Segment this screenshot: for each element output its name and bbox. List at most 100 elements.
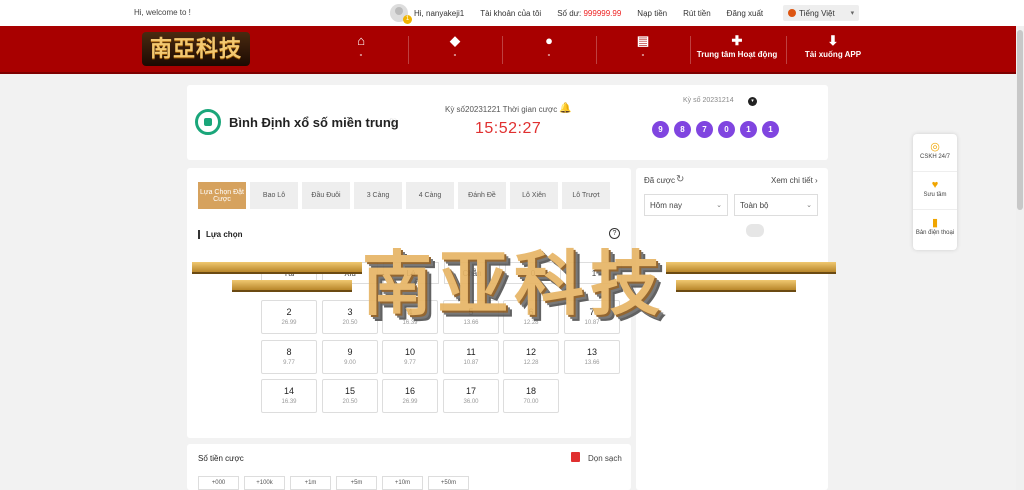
- history-icon: ▤: [636, 33, 650, 48]
- nav-home[interactable]: ⌂ -: [314, 32, 408, 68]
- option-le[interactable]: Lẻ: [383, 262, 439, 284]
- countdown-timer: 15:52:27: [475, 120, 542, 137]
- nav-promotions[interactable]: ✚ Trung tâm Hoạt động: [690, 32, 784, 68]
- view-details-link[interactable]: Xem chi tiết ›: [771, 176, 818, 185]
- number-cell[interactable]: 6 12.28: [503, 300, 559, 334]
- gift-icon: ✚: [731, 33, 743, 48]
- language-select[interactable]: Tiếng Việt ▾: [783, 5, 860, 21]
- favorite-heart-icon[interactable]: ♡: [389, 117, 397, 128]
- nav-lottery[interactable]: ● -: [502, 32, 596, 68]
- withdraw-link[interactable]: Rút tiền: [683, 9, 711, 18]
- phone-icon: ▮: [931, 217, 939, 229]
- number-cell[interactable]: 12 12.28: [503, 340, 559, 374]
- tab-4-cang[interactable]: 4 Càng: [406, 182, 454, 209]
- odds-value: 26.99: [402, 399, 418, 405]
- trash-icon[interactable]: [571, 452, 580, 462]
- scrollbar-thumb[interactable]: [1017, 30, 1023, 210]
- number-cell[interactable]: 7 10.87: [564, 300, 620, 334]
- number-cell[interactable]: 9 9.00: [322, 340, 378, 374]
- bet-amount-label: Số tiền cược: [198, 454, 244, 463]
- clear-button[interactable]: Dọn sạch: [588, 454, 622, 463]
- avatar[interactable]: 1: [390, 4, 412, 24]
- number-cell[interactable]: 8 9.77: [261, 340, 317, 374]
- total-label: Tổng hợp: [198, 264, 233, 273]
- refresh-icon[interactable]: ↻: [676, 174, 684, 185]
- number-cell[interactable]: 14 16.39: [261, 379, 317, 413]
- odds-value: 13.66: [584, 360, 600, 366]
- top-bar: Hi, welcome to ! 1 Hi, nanyakeji1 Tài kh…: [0, 0, 1024, 26]
- logo[interactable]: 南亞科技: [142, 32, 250, 66]
- account-link[interactable]: Tài khoản của tôi: [480, 9, 541, 18]
- selection-label: Lựa chọn: [198, 230, 242, 239]
- mobile-version-button[interactable]: ▮ Bản điện thoại: [913, 210, 957, 248]
- tab-3-cang[interactable]: 3 Càng: [354, 182, 402, 209]
- deposit-link[interactable]: Nạp tiền: [637, 9, 667, 18]
- number-cell[interactable]: 15 20.50: [322, 379, 378, 413]
- tab-dau-duoi[interactable]: Đầu Đuôi: [302, 182, 350, 209]
- option-0[interactable]: 0: [505, 262, 561, 284]
- nav-ticket[interactable]: ◆ -: [408, 32, 502, 68]
- number-cell[interactable]: 17 36.00: [443, 379, 499, 413]
- balance-value: 999999.99: [583, 8, 622, 18]
- chip-button[interactable]: +50m: [428, 476, 469, 490]
- main-nav: 南亞科技 ⌂ - ◆ - ● - ▤ - ✚ Trung tâm Hoạt độ…: [0, 26, 1024, 74]
- number-cell[interactable]: 18 70.00: [503, 379, 559, 413]
- number-value: 17: [465, 386, 476, 396]
- nav-label: -: [453, 50, 457, 59]
- number-cell[interactable]: 2 26.99: [261, 300, 317, 334]
- number-value: 15: [344, 386, 355, 396]
- history-title: Đã cược: [644, 176, 676, 185]
- help-icon[interactable]: ?: [609, 228, 620, 239]
- option-xiu[interactable]: Xỉu: [322, 262, 378, 284]
- tab-lo-truot[interactable]: Lô Trượt: [562, 182, 610, 209]
- odds-value: 9.77: [283, 360, 295, 366]
- number-cell[interactable]: 4 16.39: [382, 300, 438, 334]
- number-value: 5: [468, 307, 474, 317]
- chip-button[interactable]: +5m: [336, 476, 377, 490]
- number-value: 8: [286, 347, 292, 357]
- nav-download-app[interactable]: ⬇ Tải xuống APP: [786, 32, 880, 68]
- balance: Số dư: 999999.99: [557, 9, 621, 18]
- tab-lo-xien[interactable]: Lô Xiên: [510, 182, 558, 209]
- number-value: 2: [286, 307, 292, 317]
- nav-history[interactable]: ▤ -: [596, 32, 690, 68]
- option-1[interactable]: 1: [566, 262, 622, 284]
- bet-history-panel: Đã cược ↻ Xem chi tiết › Hôm nay ⌄ Toàn …: [636, 168, 828, 490]
- amount-chips: +000 +100k +1m +5m +10m +50m: [198, 476, 469, 490]
- number-cell[interactable]: 3 20.50: [322, 300, 378, 334]
- number-cell[interactable]: 10 9.77: [382, 340, 438, 374]
- tab-danh-de[interactable]: Đánh Đề: [458, 182, 506, 209]
- chip-button[interactable]: +000: [198, 476, 239, 490]
- side-label: CSKH 24/7: [919, 154, 950, 160]
- user-profile[interactable]: 1 Hi, nanyakeji1: [390, 4, 464, 24]
- number-cell[interactable]: 13 13.66: [564, 340, 620, 374]
- customer-service-button[interactable]: ◎ CSKH 24/7: [913, 134, 957, 172]
- favorites-button[interactable]: ♥ Sưu tầm: [913, 172, 957, 210]
- logout-link[interactable]: Đăng xuất: [727, 9, 763, 18]
- home-icon: ⌂: [357, 33, 365, 48]
- bet-amount-panel: Số tiền cược Dọn sạch +000 +100k +1m +5m…: [187, 444, 631, 490]
- number-value: 10: [404, 347, 415, 357]
- type-filter-select[interactable]: Toàn bộ ⌄: [734, 194, 818, 216]
- number-cell[interactable]: 16 26.99: [382, 379, 438, 413]
- level-badge: 1: [403, 15, 412, 24]
- number-value: 14: [283, 386, 294, 396]
- chip-button[interactable]: +10m: [382, 476, 423, 490]
- chip-button[interactable]: +100k: [244, 476, 285, 490]
- option-tai[interactable]: Tài: [261, 262, 317, 284]
- chip-button[interactable]: +1m: [290, 476, 331, 490]
- tab-bao-lo[interactable]: Bao Lô: [250, 182, 298, 209]
- number-value: 6: [528, 307, 534, 317]
- chevron-down-icon[interactable]: ▾: [748, 97, 757, 106]
- odds-value: 13.66: [463, 320, 479, 326]
- number-cell[interactable]: 5 13.66: [443, 300, 499, 334]
- result-ball: 0: [718, 121, 735, 138]
- result-ball: 9: [652, 121, 669, 138]
- number-value: 13: [586, 347, 597, 357]
- tab-bet-selection[interactable]: Lựa Chọn Đặt Cược: [198, 182, 246, 209]
- result-balls: 9 8 7 0 1 1: [652, 121, 779, 138]
- bell-icon[interactable]: 🔔: [559, 103, 571, 114]
- number-cell[interactable]: 11 10.87: [443, 340, 499, 374]
- date-filter-select[interactable]: Hôm nay ⌄: [644, 194, 728, 216]
- option-chan[interactable]: Chẵn: [444, 262, 500, 284]
